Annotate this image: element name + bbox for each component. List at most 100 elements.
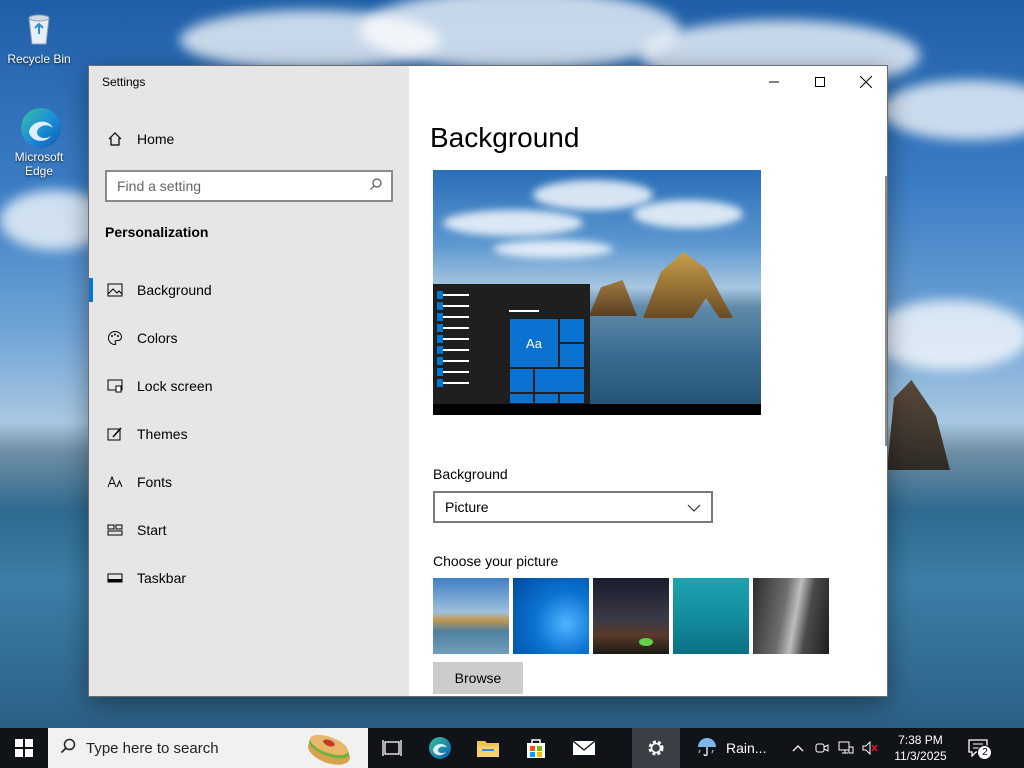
- meet-now-button[interactable]: [810, 728, 834, 768]
- nav-item-label: Lock screen: [137, 378, 213, 394]
- network-icon: [838, 741, 854, 754]
- thumbnail-beach-arch[interactable]: [433, 578, 509, 654]
- preview-tile-aa: Aa: [509, 318, 559, 368]
- section-title: Personalization: [105, 224, 209, 240]
- settings-window: Settings Home Personalization Background: [88, 65, 888, 697]
- taskbar-settings-button[interactable]: [632, 728, 680, 768]
- sandwich-icon: [304, 730, 354, 768]
- system-tray: 7:38 PM 11/3/2025 2: [786, 728, 998, 768]
- picture-icon: [105, 280, 125, 300]
- nav-item-lock-screen[interactable]: Lock screen: [89, 362, 409, 410]
- thumbnail-windows-blue[interactable]: [513, 578, 589, 654]
- nav-item-background[interactable]: Background: [89, 266, 409, 314]
- choose-picture-label: Choose your picture: [433, 553, 559, 569]
- dropdown-value: Picture: [445, 499, 489, 515]
- desktop-icon-label: Microsoft Edge: [14, 150, 64, 178]
- close-icon: [860, 76, 872, 88]
- mail-icon: [572, 740, 596, 755]
- page-title: Background: [430, 122, 580, 153]
- clock[interactable]: 7:38 PM 11/3/2025: [882, 732, 958, 764]
- window-controls: [751, 66, 887, 98]
- maximize-button[interactable]: [797, 66, 843, 98]
- rain-umbrella-icon: [696, 736, 718, 761]
- nav-item-label: Taskbar: [137, 570, 187, 586]
- taskbar-mail-button[interactable]: [560, 728, 608, 768]
- search-icon: [60, 738, 76, 759]
- weather-widget[interactable]: Rain...: [688, 728, 774, 768]
- windows-logo-icon: [15, 739, 33, 757]
- show-hidden-icons-button[interactable]: [786, 728, 810, 768]
- thumbnail-night-sky[interactable]: [593, 578, 669, 654]
- desktop-icon-edge[interactable]: Microsoft Edge: [1, 106, 77, 178]
- window-title: Settings: [102, 75, 146, 89]
- close-button[interactable]: [843, 66, 887, 98]
- fonts-icon: [105, 472, 125, 492]
- nav-list: Background Colors Lock screen Themes Fon…: [89, 266, 409, 602]
- nav-item-start[interactable]: Start: [89, 506, 409, 554]
- maximize-icon: [815, 77, 825, 87]
- task-view-button[interactable]: [368, 728, 416, 768]
- taskbar-edge-button[interactable]: [416, 728, 464, 768]
- start-icon: [105, 520, 125, 540]
- nav-item-label: Background: [137, 282, 212, 298]
- recycle-bin-icon: [19, 8, 59, 48]
- taskbar: Rain... 7:38 PM 11/3/2025 2: [0, 728, 1024, 768]
- notification-badge: 2: [977, 745, 993, 760]
- brush-icon: [105, 424, 125, 444]
- nav-item-label: Colors: [137, 330, 178, 346]
- background-dropdown[interactable]: Picture: [433, 491, 713, 523]
- weather-text: Rain...: [726, 740, 767, 756]
- thumbnail-waterfall-cliff[interactable]: [753, 578, 829, 654]
- palette-icon: [105, 328, 125, 348]
- clock-time: 7:38 PM: [898, 733, 943, 747]
- start-button[interactable]: [0, 728, 48, 768]
- task-view-icon: [382, 740, 402, 756]
- nav-item-label: Fonts: [137, 474, 173, 490]
- nav-home-label: Home: [137, 131, 175, 147]
- settings-search[interactable]: [105, 170, 393, 202]
- nav-item-label: Start: [137, 522, 167, 538]
- settings-content: Background Aa Background Picture Choose …: [409, 66, 887, 696]
- folder-icon: [477, 741, 499, 757]
- chevron-down-icon: [687, 499, 701, 515]
- taskbar-store-button[interactable]: [512, 728, 560, 768]
- store-icon: [527, 739, 545, 758]
- preview-taskbar: [433, 404, 761, 415]
- taskbar-search-input[interactable]: [86, 739, 306, 757]
- thumbnail-underwater[interactable]: [673, 578, 749, 654]
- taskbar-search[interactable]: [48, 728, 368, 768]
- nav-item-fonts[interactable]: Fonts: [89, 458, 409, 506]
- volume-button[interactable]: [858, 728, 882, 768]
- settings-search-input[interactable]: [117, 178, 369, 194]
- background-label: Background: [433, 466, 508, 482]
- taskbar-icon: [105, 568, 125, 588]
- clock-date: 11/3/2025: [894, 749, 947, 763]
- background-preview: Aa: [433, 170, 761, 415]
- desktop-icon-recycle-bin[interactable]: Recycle Bin: [1, 8, 77, 66]
- minimize-button[interactable]: [751, 66, 797, 98]
- settings-sidebar: Settings Home Personalization Background: [89, 66, 409, 696]
- content-scrollbar[interactable]: [885, 176, 887, 446]
- minimize-icon: [769, 81, 779, 83]
- taskbar-file-explorer-button[interactable]: [464, 728, 512, 768]
- edge-icon: [429, 737, 451, 759]
- network-button[interactable]: [834, 728, 858, 768]
- nav-item-themes[interactable]: Themes: [89, 410, 409, 458]
- browse-button[interactable]: Browse: [433, 662, 523, 694]
- picture-thumbnails: [433, 578, 833, 654]
- nav-item-colors[interactable]: Colors: [89, 314, 409, 362]
- home-icon: [105, 129, 125, 149]
- nav-item-label: Themes: [137, 426, 188, 442]
- nav-home[interactable]: Home: [105, 128, 174, 150]
- edge-icon: [19, 106, 61, 148]
- desktop-icon-label: Recycle Bin: [7, 52, 71, 66]
- preview-start-menu: Aa: [433, 284, 590, 404]
- lock-screen-icon: [105, 376, 125, 396]
- volume-muted-icon: [862, 741, 879, 755]
- gear-icon: [648, 740, 664, 756]
- action-center-button[interactable]: 2: [958, 728, 998, 768]
- chevron-up-icon: [793, 745, 804, 752]
- nav-item-taskbar[interactable]: Taskbar: [89, 554, 409, 602]
- search-icon[interactable]: [369, 177, 383, 196]
- camera-icon: [815, 743, 829, 753]
